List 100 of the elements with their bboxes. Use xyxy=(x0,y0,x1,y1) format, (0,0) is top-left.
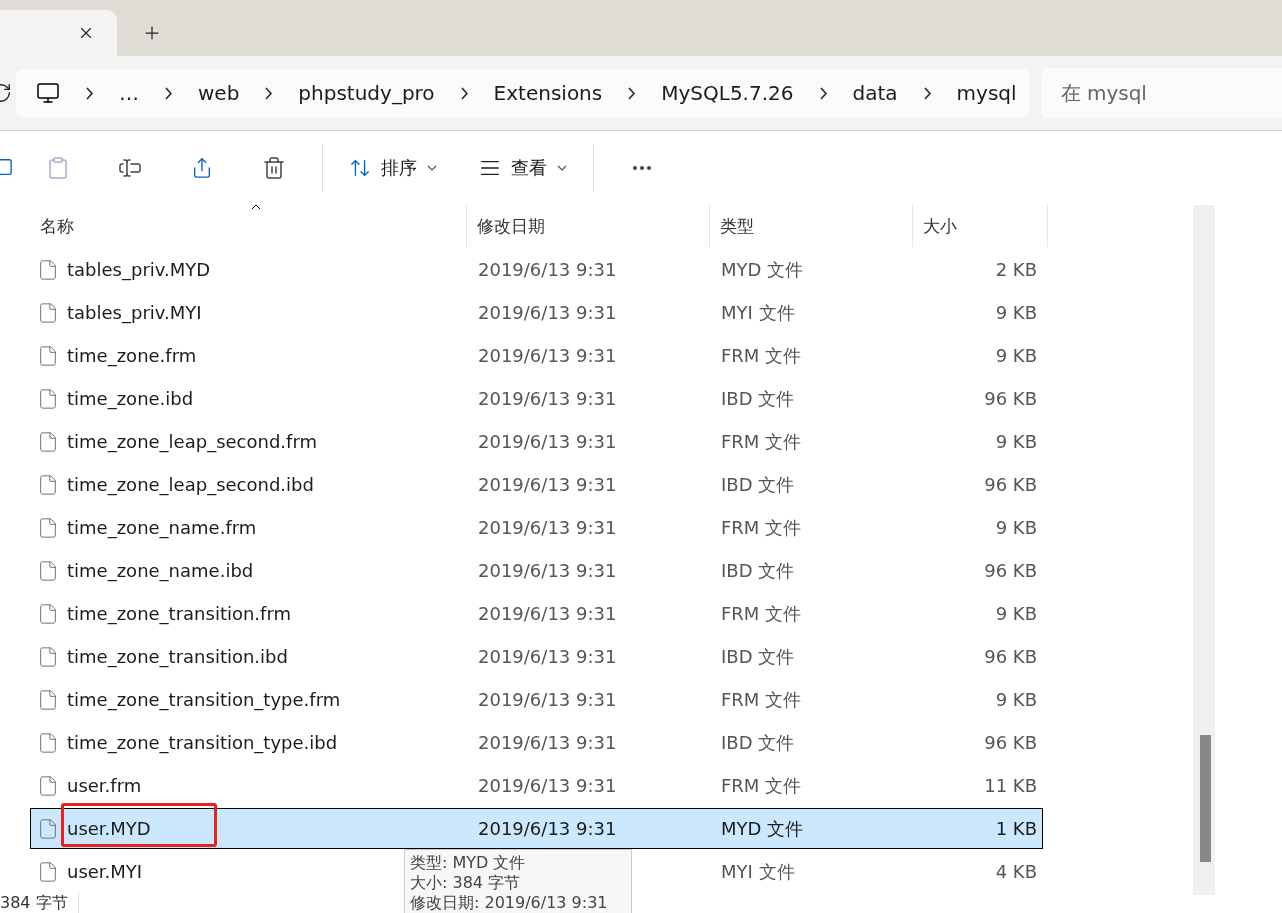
breadcrumb[interactable]: MySQL5.7.26 xyxy=(649,81,806,105)
file-size: 96 KB xyxy=(983,474,1037,495)
scrollbar-thumb[interactable] xyxy=(1200,735,1211,862)
file-size: 9 KB xyxy=(994,302,1037,323)
breadcrumb[interactable]: data xyxy=(840,81,910,105)
file-size: 96 KB xyxy=(983,646,1037,667)
search-field[interactable]: 在 mysql xyxy=(1040,68,1282,118)
file-type: MYD 文件 xyxy=(720,258,804,280)
file-name[interactable]: time_zone_transition.ibd xyxy=(67,646,288,667)
modified-date: 2019/6/13 9:31 xyxy=(477,732,617,753)
file-name[interactable]: time_zone_transition_type.ibd xyxy=(67,732,338,753)
file-icon xyxy=(37,430,59,453)
file-size: 9 KB xyxy=(994,431,1037,452)
modified-date: 2019/6/13 9:31 xyxy=(477,603,617,624)
scrollbar-track[interactable] xyxy=(1193,205,1215,895)
file-size: 9 KB xyxy=(994,345,1037,366)
chevron-icon xyxy=(265,86,273,100)
file-type: IBD 文件 xyxy=(720,387,795,409)
file-name[interactable]: time_zone_transition_type.frm xyxy=(67,689,341,710)
file-icon xyxy=(37,774,59,797)
file-type: MYD 文件 xyxy=(720,817,804,839)
file-size: 96 KB xyxy=(983,560,1037,581)
file-icon xyxy=(37,731,59,754)
file-icon xyxy=(37,559,59,582)
chevron-icon xyxy=(628,86,636,100)
breadcrumb[interactable]: phpstudy_pro xyxy=(286,81,447,105)
file-icon xyxy=(37,688,59,711)
sort-icon xyxy=(349,157,371,179)
breadcrumb[interactable]: mysql xyxy=(944,81,1029,105)
file-icon xyxy=(37,473,59,496)
file-type: FRM 文件 xyxy=(720,774,802,796)
chevron-icon xyxy=(86,86,93,100)
file-icon xyxy=(37,516,59,539)
file-size: 9 KB xyxy=(994,689,1037,710)
file-type: IBD 文件 xyxy=(720,473,795,495)
file-type: IBD 文件 xyxy=(720,559,795,581)
column-header[interactable]: 名称 xyxy=(30,205,467,247)
file-name[interactable]: user.MYD xyxy=(67,818,151,839)
breadcrumb[interactable]: Extensions xyxy=(481,81,615,105)
file-icon xyxy=(37,344,59,367)
caret-icon xyxy=(557,165,567,171)
tooltip-line: 修改日期: 2019/6/13 9:31 xyxy=(410,893,609,913)
file-name[interactable]: time_zone_name.frm xyxy=(67,517,257,538)
file-name[interactable]: time_zone_transition.frm xyxy=(67,603,292,624)
modified-date: 2019/6/13 9:31 xyxy=(477,646,617,667)
modified-date: 2019/6/13 9:31 xyxy=(477,259,617,280)
file-icon xyxy=(37,817,59,840)
file-name[interactable]: time_zone.frm xyxy=(67,345,197,366)
file-size: 1 KB xyxy=(994,818,1037,839)
file-type: FRM 文件 xyxy=(720,516,802,538)
column-header[interactable]: 类型 xyxy=(710,205,913,247)
file-icon xyxy=(37,860,59,883)
file-name[interactable]: time_zone_leap_second.ibd xyxy=(67,474,314,495)
file-type: MYI 文件 xyxy=(720,301,795,323)
file-type: FRM 文件 xyxy=(720,602,802,624)
file-type: IBD 文件 xyxy=(720,731,795,753)
modified-date: 2019/6/13 9:31 xyxy=(477,302,617,323)
file-icon xyxy=(37,602,59,625)
file-icon xyxy=(37,645,59,668)
file-type: IBD 文件 xyxy=(720,645,795,667)
chevron-icon xyxy=(165,86,172,100)
file-type: FRM 文件 xyxy=(720,430,802,452)
status-text: 384 字节 xyxy=(0,892,68,913)
file-name[interactable]: time_zone_name.ibd xyxy=(67,560,254,581)
chevron-icon xyxy=(923,86,931,100)
computer-icon xyxy=(36,81,60,105)
breadcrumb[interactable]: … xyxy=(107,81,151,105)
modified-date: 2019/6/13 9:31 xyxy=(477,517,617,538)
address-bar[interactable]: … web phpstudy_pro Extensions MySQL5.7.26 data mysql xyxy=(16,69,1029,117)
file-name[interactable]: time_zone.ibd xyxy=(67,388,194,409)
file-type: FRM 文件 xyxy=(720,344,802,366)
column-header[interactable]: 修改日期 xyxy=(467,205,710,247)
file-name[interactable]: user.frm xyxy=(67,775,142,796)
file-size: 2 KB xyxy=(994,259,1037,280)
column-header[interactable]: 大小 xyxy=(913,205,1048,247)
caret-icon xyxy=(427,165,437,171)
modified-date: 2019/6/13 9:31 xyxy=(477,818,617,839)
file-icon xyxy=(37,301,59,324)
view-button[interactable]: 查看 xyxy=(465,148,581,188)
file-size: 9 KB xyxy=(994,517,1037,538)
modified-date: 2019/6/13 9:31 xyxy=(477,388,617,409)
tooltip-line: 大小: 384 字节 xyxy=(410,873,522,893)
file-type: FRM 文件 xyxy=(720,688,802,710)
breadcrumb[interactable]: web xyxy=(186,81,252,105)
modified-date: 2019/6/13 9:31 xyxy=(477,560,617,581)
modified-date: 2019/6/13 9:31 xyxy=(477,431,617,452)
modified-date: 2019/6/13 9:31 xyxy=(477,474,617,495)
file-name[interactable]: time_zone_leap_second.frm xyxy=(67,431,317,452)
sort-button[interactable]: 排序 xyxy=(335,148,451,188)
file-icon xyxy=(37,387,59,410)
chevron-icon xyxy=(819,86,827,100)
file-size: 96 KB xyxy=(983,732,1037,753)
file-name[interactable]: tables_priv.MYI xyxy=(67,302,202,323)
file-name[interactable]: user.MYI xyxy=(67,861,143,882)
file-size: 11 KB xyxy=(983,775,1037,796)
file-icon xyxy=(37,258,59,281)
file-size: 9 KB xyxy=(994,603,1037,624)
file-type: MYI 文件 xyxy=(720,860,795,882)
file-size: 96 KB xyxy=(983,388,1037,409)
file-name[interactable]: tables_priv.MYD xyxy=(67,259,211,280)
